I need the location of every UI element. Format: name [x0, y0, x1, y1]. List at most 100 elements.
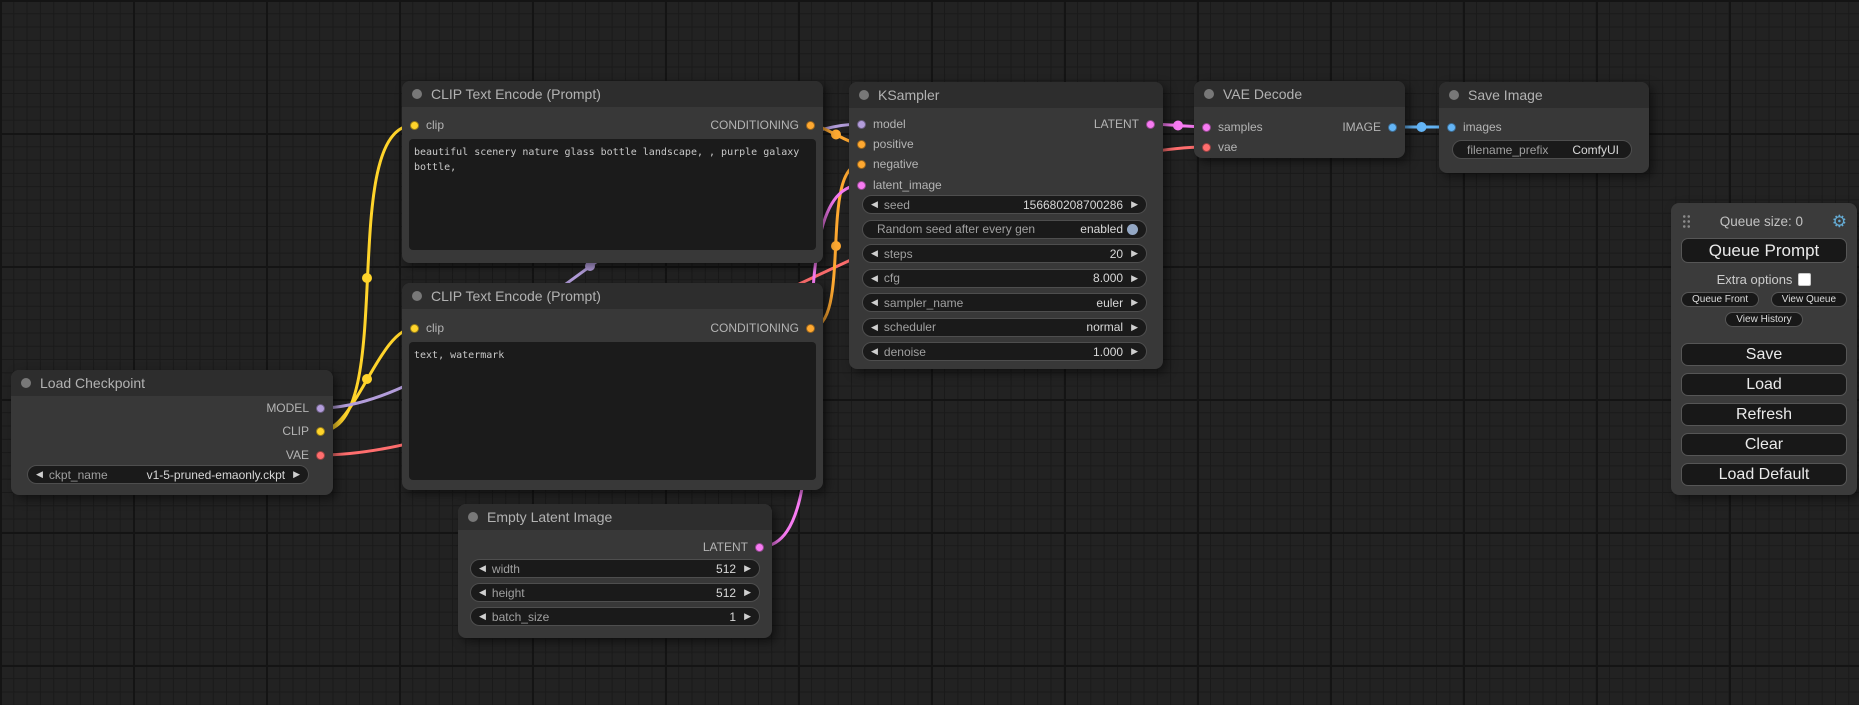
slot-dot-image[interactable]	[1388, 123, 1397, 132]
widget-value: normal	[1086, 320, 1123, 334]
slot-dot-clip[interactable]	[316, 427, 325, 436]
slot-dot-clip[interactable]	[410, 121, 419, 130]
output-slot-latent[interactable]: LATENT	[703, 538, 764, 556]
widget-sampler-name[interactable]: ◀ sampler_name euler ▶	[862, 293, 1147, 312]
node-title-bar[interactable]: Empty Latent Image	[458, 504, 772, 530]
queue-prompt-button[interactable]: Queue Prompt	[1681, 238, 1847, 263]
node-clip-text-encode-negative[interactable]: CLIP Text Encode (Prompt) clip CONDITION…	[402, 283, 823, 490]
node-vae-decode[interactable]: VAE Decode samples vae IMAGE	[1194, 81, 1405, 158]
output-slot-image[interactable]: IMAGE	[1342, 118, 1397, 136]
gear-icon[interactable]: ⚙	[1832, 213, 1847, 230]
input-slot-positive[interactable]: positive	[857, 135, 914, 153]
slot-dot-latent[interactable]	[1202, 123, 1211, 132]
input-slot-latent-image[interactable]: latent_image	[857, 176, 942, 194]
node-title-bar[interactable]: CLIP Text Encode (Prompt)	[402, 283, 823, 309]
view-history-button[interactable]: View History	[1725, 312, 1802, 327]
node-save-image[interactable]: Save Image images filename_prefix ComfyU…	[1439, 82, 1649, 173]
increment-arrow-icon[interactable]: ▶	[1131, 249, 1138, 258]
increment-arrow-icon[interactable]: ▶	[1131, 347, 1138, 356]
slot-dot-latent[interactable]	[1146, 120, 1155, 129]
decrement-arrow-icon[interactable]: ◀	[871, 347, 878, 356]
node-title-bar[interactable]: KSampler	[849, 82, 1163, 108]
queue-front-button[interactable]: Queue Front	[1681, 292, 1759, 307]
widget-steps[interactable]: ◀ steps 20 ▶	[862, 244, 1147, 263]
slot-dot-conditioning[interactable]	[857, 160, 866, 169]
widget-ckpt-name[interactable]: ◀ ckpt_name v1-5-pruned-emaonly.ckpt ▶	[27, 465, 309, 484]
input-slot-clip[interactable]: clip	[410, 319, 444, 337]
node-title-bar[interactable]: VAE Decode	[1194, 81, 1405, 107]
widget-batch-size[interactable]: ◀ batch_size 1 ▶	[470, 607, 760, 626]
slot-dot-model[interactable]	[316, 404, 325, 413]
output-slot-conditioning[interactable]: CONDITIONING	[710, 319, 815, 337]
positive-prompt-textarea[interactable]: beautiful scenery nature glass bottle la…	[409, 139, 816, 250]
input-slot-clip[interactable]: clip	[410, 116, 444, 134]
node-title-bar[interactable]: Load Checkpoint	[11, 370, 333, 396]
slot-dot-latent[interactable]	[857, 181, 866, 190]
widget-label: seed	[884, 198, 910, 212]
node-title-bar[interactable]: Save Image	[1439, 82, 1649, 108]
widget-cfg[interactable]: ◀ cfg 8.000 ▶	[862, 269, 1147, 288]
slot-dot-image[interactable]	[1447, 123, 1456, 132]
slot-dot-clip[interactable]	[410, 324, 419, 333]
output-slot-conditioning[interactable]: CONDITIONING	[710, 116, 815, 134]
slot-dot-conditioning[interactable]	[857, 140, 866, 149]
decrement-arrow-icon[interactable]: ◀	[871, 323, 878, 332]
input-slot-samples[interactable]: samples	[1202, 118, 1263, 136]
slot-dot-conditioning[interactable]	[806, 121, 815, 130]
input-slot-vae[interactable]: vae	[1202, 138, 1237, 156]
slot-label: clip	[426, 118, 444, 132]
decrement-arrow-icon[interactable]: ◀	[871, 274, 878, 283]
refresh-button[interactable]: Refresh	[1681, 403, 1847, 426]
toggle-indicator-icon[interactable]	[1127, 224, 1138, 235]
decrement-arrow-icon[interactable]: ◀	[871, 249, 878, 258]
slot-dot-model[interactable]	[857, 120, 866, 129]
widget-filename-prefix[interactable]: filename_prefix ComfyUI	[1452, 140, 1632, 159]
save-button[interactable]: Save	[1681, 343, 1847, 366]
widget-height[interactable]: ◀ height 512 ▶	[470, 583, 760, 602]
negative-prompt-textarea[interactable]: text, watermark	[409, 342, 816, 480]
slot-dot-latent[interactable]	[755, 543, 764, 552]
slot-dot-vae[interactable]	[1202, 143, 1211, 152]
decrement-arrow-icon[interactable]: ◀	[871, 200, 878, 209]
clear-button[interactable]: Clear	[1681, 433, 1847, 456]
output-slot-model[interactable]: MODEL	[266, 399, 325, 417]
load-default-button[interactable]: Load Default	[1681, 463, 1847, 486]
decrement-arrow-icon[interactable]: ◀	[36, 470, 43, 479]
load-button[interactable]: Load	[1681, 373, 1847, 396]
output-slot-vae[interactable]: VAE	[286, 446, 325, 464]
increment-arrow-icon[interactable]: ▶	[1131, 298, 1138, 307]
decrement-arrow-icon[interactable]: ◀	[479, 564, 486, 573]
node-empty-latent-image[interactable]: Empty Latent Image LATENT ◀ width 512 ▶ …	[458, 504, 772, 638]
widget-scheduler[interactable]: ◀ scheduler normal ▶	[862, 318, 1147, 337]
node-clip-text-encode-positive[interactable]: CLIP Text Encode (Prompt) clip CONDITION…	[402, 81, 823, 263]
view-queue-button[interactable]: View Queue	[1771, 292, 1847, 307]
output-slot-latent[interactable]: LATENT	[1094, 115, 1155, 133]
decrement-arrow-icon[interactable]: ◀	[479, 612, 486, 621]
widget-value: 1.000	[1093, 345, 1123, 359]
decrement-arrow-icon[interactable]: ◀	[871, 298, 878, 307]
node-load-checkpoint[interactable]: Load Checkpoint MODEL CLIP VAE ◀ ckpt_na…	[11, 370, 333, 495]
slot-dot-conditioning[interactable]	[806, 324, 815, 333]
increment-arrow-icon[interactable]: ▶	[744, 564, 751, 573]
decrement-arrow-icon[interactable]: ◀	[479, 588, 486, 597]
node-ksampler[interactable]: KSampler model positive negative latent_…	[849, 82, 1163, 369]
extra-options-checkbox[interactable]	[1798, 273, 1811, 286]
increment-arrow-icon[interactable]: ▶	[1131, 274, 1138, 283]
increment-arrow-icon[interactable]: ▶	[744, 588, 751, 597]
increment-arrow-icon[interactable]: ▶	[1131, 323, 1138, 332]
input-slot-model[interactable]: model	[857, 115, 906, 133]
widget-denoise[interactable]: ◀ denoise 1.000 ▶	[862, 342, 1147, 361]
input-slot-images[interactable]: images	[1447, 118, 1502, 136]
widget-width[interactable]: ◀ width 512 ▶	[470, 559, 760, 578]
widget-seed[interactable]: ◀ seed 156680208700286 ▶	[862, 195, 1147, 214]
widget-random-seed-toggle[interactable]: Random seed after every gen enabled	[862, 220, 1147, 239]
history-button-row: View History	[1681, 312, 1847, 327]
increment-arrow-icon[interactable]: ▶	[1131, 200, 1138, 209]
node-title-bar[interactable]: CLIP Text Encode (Prompt)	[402, 81, 823, 107]
increment-arrow-icon[interactable]: ▶	[293, 470, 300, 479]
drag-handle-icon[interactable]	[1682, 214, 1691, 228]
increment-arrow-icon[interactable]: ▶	[744, 612, 751, 621]
output-slot-clip[interactable]: CLIP	[282, 422, 325, 440]
slot-dot-vae[interactable]	[316, 451, 325, 460]
input-slot-negative[interactable]: negative	[857, 155, 918, 173]
